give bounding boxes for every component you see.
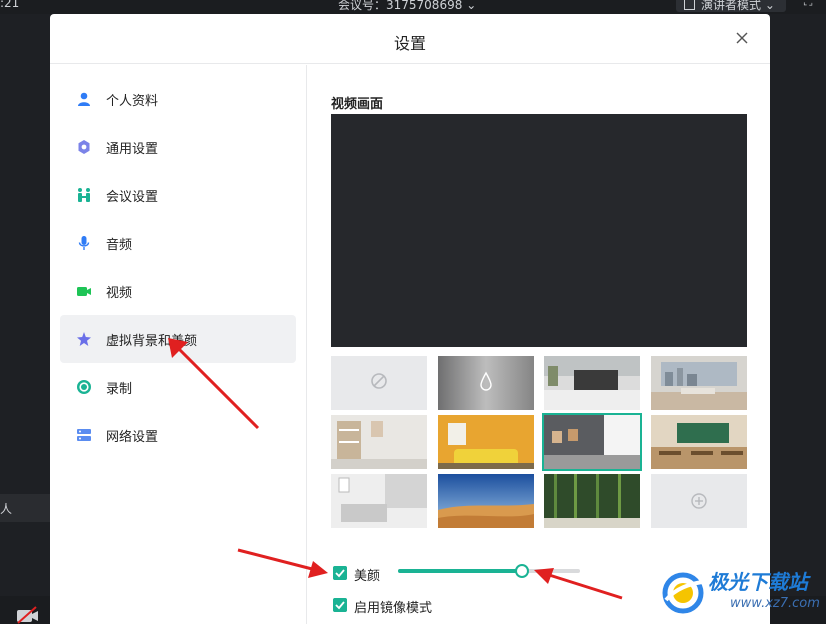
background-desert[interactable] bbox=[438, 474, 534, 528]
sidebar-item-label: 音频 bbox=[106, 238, 133, 253]
watermark-url: www.xz7.com bbox=[730, 596, 820, 611]
camera-off-icon[interactable] bbox=[16, 606, 40, 624]
watermark-name: 极光下载站 bbox=[708, 570, 808, 594]
background-city-office[interactable] bbox=[651, 356, 747, 410]
participant-tag: 人 bbox=[0, 494, 50, 522]
meeting-id[interactable]: 会议号：3175708698 ⌄ bbox=[338, 0, 476, 13]
background-gray-room[interactable] bbox=[542, 413, 642, 471]
slider-handle[interactable] bbox=[514, 564, 529, 578]
beauty-label: 美颜 bbox=[354, 569, 381, 584]
sidebar-item-meeting[interactable]: 会议设置 bbox=[60, 171, 296, 219]
sidebar-item-audio[interactable]: 音频 bbox=[60, 219, 296, 267]
watermark-logo: 极光下载站 www.xz7.com bbox=[660, 566, 826, 624]
background-white-room[interactable] bbox=[331, 474, 427, 528]
beauty-checkbox-row[interactable]: 美颜 bbox=[333, 565, 393, 584]
dialog-title: 设置 bbox=[393, 34, 426, 53]
add-background-button[interactable] bbox=[651, 474, 747, 528]
meeting-top-bar: :21 会议号：3175708698 ⌄ 演讲者模式 ⌄ ⛶ bbox=[0, 0, 826, 14]
annotation-arrow bbox=[168, 338, 260, 430]
settings-content: 视频画面 美颜 启用镜像模式 bbox=[308, 65, 770, 624]
sidebar-item-label: 通用设置 bbox=[106, 142, 159, 157]
layout-icon bbox=[684, 0, 695, 10]
dialog-header: 设置 bbox=[50, 14, 770, 64]
fullscreen-icon[interactable]: ⛶ bbox=[804, 0, 812, 9]
meeting-icon bbox=[78, 188, 90, 202]
annotation-arrow bbox=[534, 568, 623, 600]
close-icon[interactable] bbox=[732, 28, 752, 48]
meeting-time: :21 bbox=[0, 0, 20, 10]
gear-icon bbox=[78, 140, 90, 154]
background-yellow-sofa[interactable] bbox=[438, 415, 534, 469]
background-shelf-room[interactable] bbox=[331, 415, 427, 469]
sidebar-item-label: 会议设置 bbox=[106, 190, 159, 205]
record-icon bbox=[77, 380, 91, 394]
mirror-checkbox[interactable] bbox=[333, 598, 347, 612]
mirror-checkbox-row[interactable]: 启用镜像模式 bbox=[333, 597, 453, 616]
microphone-icon bbox=[78, 236, 90, 250]
sidebar-item-label: 视频 bbox=[106, 286, 133, 301]
person-icon bbox=[78, 92, 90, 106]
settings-dialog: 设置 个人资料 通用设置 会议设置 音频 视频 虚拟背景和美颜 录制 网络设置 … bbox=[50, 14, 770, 624]
annotation-arrow bbox=[237, 548, 328, 578]
sidebar-item-video[interactable]: 视频 bbox=[60, 267, 296, 315]
chevron-down-icon: ⌄ bbox=[466, 0, 477, 12]
sidebar-item-label: 个人资料 bbox=[106, 94, 159, 109]
sidebar-item-general[interactable]: 通用设置 bbox=[60, 123, 296, 171]
sidebar-item-label: 录制 bbox=[106, 382, 133, 397]
video-icon bbox=[77, 287, 91, 296]
background-office-chair[interactable] bbox=[544, 356, 640, 410]
sidebar-item-profile[interactable]: 个人资料 bbox=[60, 75, 296, 123]
background-bamboo[interactable] bbox=[544, 474, 640, 528]
slider-fill bbox=[398, 569, 522, 573]
sidebar-item-label: 网络设置 bbox=[106, 430, 159, 445]
network-icon bbox=[77, 429, 91, 441]
background-classroom[interactable] bbox=[651, 415, 747, 469]
video-preview bbox=[331, 114, 747, 347]
background-none[interactable] bbox=[331, 356, 427, 410]
logo-icon bbox=[662, 572, 704, 614]
section-title: 视频画面 bbox=[331, 97, 384, 112]
chevron-down-icon: ⌄ bbox=[764, 0, 775, 12]
background-gallery bbox=[331, 356, 747, 531]
background-blur[interactable] bbox=[438, 356, 534, 410]
sparkle-icon bbox=[77, 332, 91, 346]
speaker-mode-button[interactable]: 演讲者模式 ⌄ bbox=[676, 0, 786, 12]
beauty-checkbox[interactable] bbox=[333, 566, 347, 580]
mirror-label: 启用镜像模式 bbox=[354, 601, 433, 616]
